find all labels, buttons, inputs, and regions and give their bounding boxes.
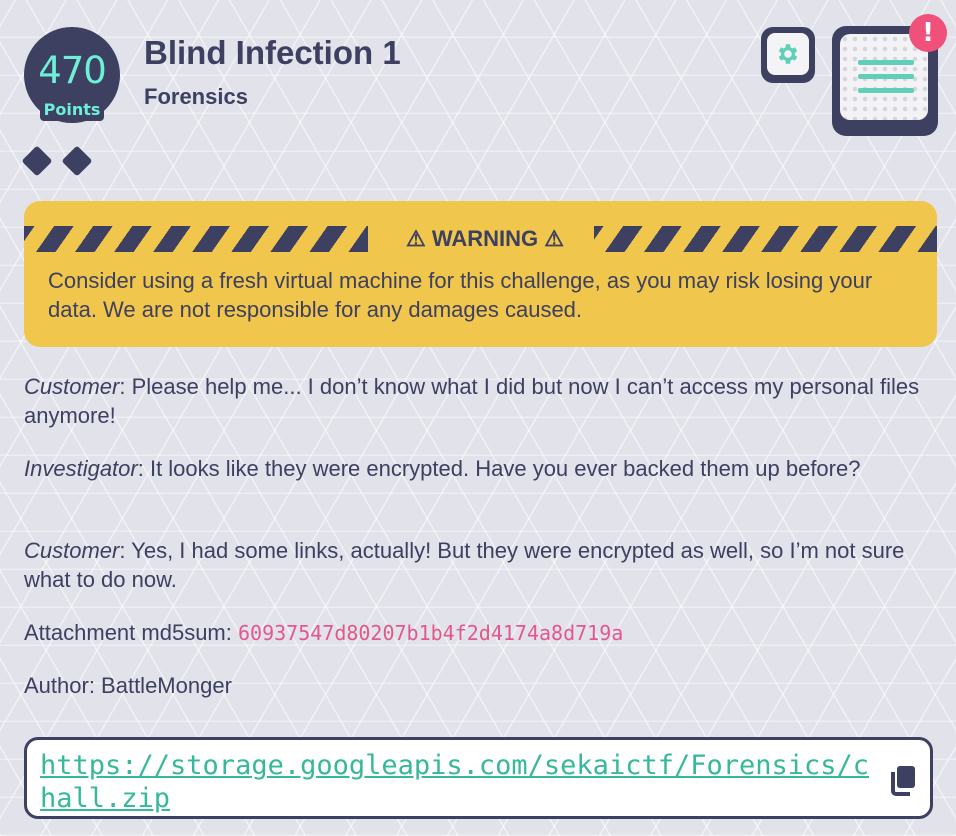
points-badge: 470 Points bbox=[24, 27, 120, 123]
gear-icon bbox=[778, 44, 798, 64]
points-label: Points bbox=[40, 99, 104, 121]
attachment-line: Attachment md5sum: 60937547d80207b1b4f2d… bbox=[24, 618, 924, 648]
attachment-label: Attachment md5sum: bbox=[24, 620, 238, 645]
speaker-name: Customer bbox=[24, 538, 120, 563]
hazard-stripe-right bbox=[594, 226, 937, 252]
message-text: : It looks like they were encrypted. Hav… bbox=[137, 456, 861, 481]
description-paragraph: Customer: Please help me... I don’t know… bbox=[24, 372, 924, 430]
author-line: Author: BattleMonger bbox=[24, 673, 232, 698]
challenge-category: Forensics bbox=[144, 84, 248, 109]
points-value: 470 bbox=[38, 49, 107, 92]
diamond-icon bbox=[21, 145, 53, 177]
warning-text: Consider using a fresh virtual machine f… bbox=[48, 268, 873, 322]
speaker-name: Customer bbox=[24, 374, 120, 399]
message-text: : Yes, I had some links, actually! But t… bbox=[24, 538, 905, 592]
diamond-icon bbox=[61, 145, 93, 177]
download-link[interactable]: https://storage.googleapis.com/sekaictf/… bbox=[40, 749, 870, 815]
download-link-box: https://storage.googleapis.com/sekaictf/… bbox=[24, 737, 933, 819]
description-paragraph: Customer: Yes, I had some links, actuall… bbox=[24, 536, 924, 594]
alert-badge: ! bbox=[909, 14, 947, 52]
speaker-name: Investigator bbox=[24, 456, 138, 481]
list-icon bbox=[858, 60, 914, 102]
challenge-title: Blind Infection 1 bbox=[144, 34, 401, 71]
copy-icon[interactable] bbox=[889, 764, 917, 796]
description-paragraph: Investigator: It looks like they were en… bbox=[24, 454, 924, 483]
hazard-stripe-left bbox=[24, 226, 368, 252]
message-text: : Please help me... I don’t know what I … bbox=[24, 374, 920, 428]
difficulty-indicator bbox=[21, 145, 93, 177]
md5-hash: 60937547d80207b1b4f2d4174a8d719a bbox=[237, 621, 624, 645]
warning-title: ⚠ WARNING ⚠ bbox=[406, 226, 564, 251]
settings-button[interactable] bbox=[761, 27, 815, 83]
